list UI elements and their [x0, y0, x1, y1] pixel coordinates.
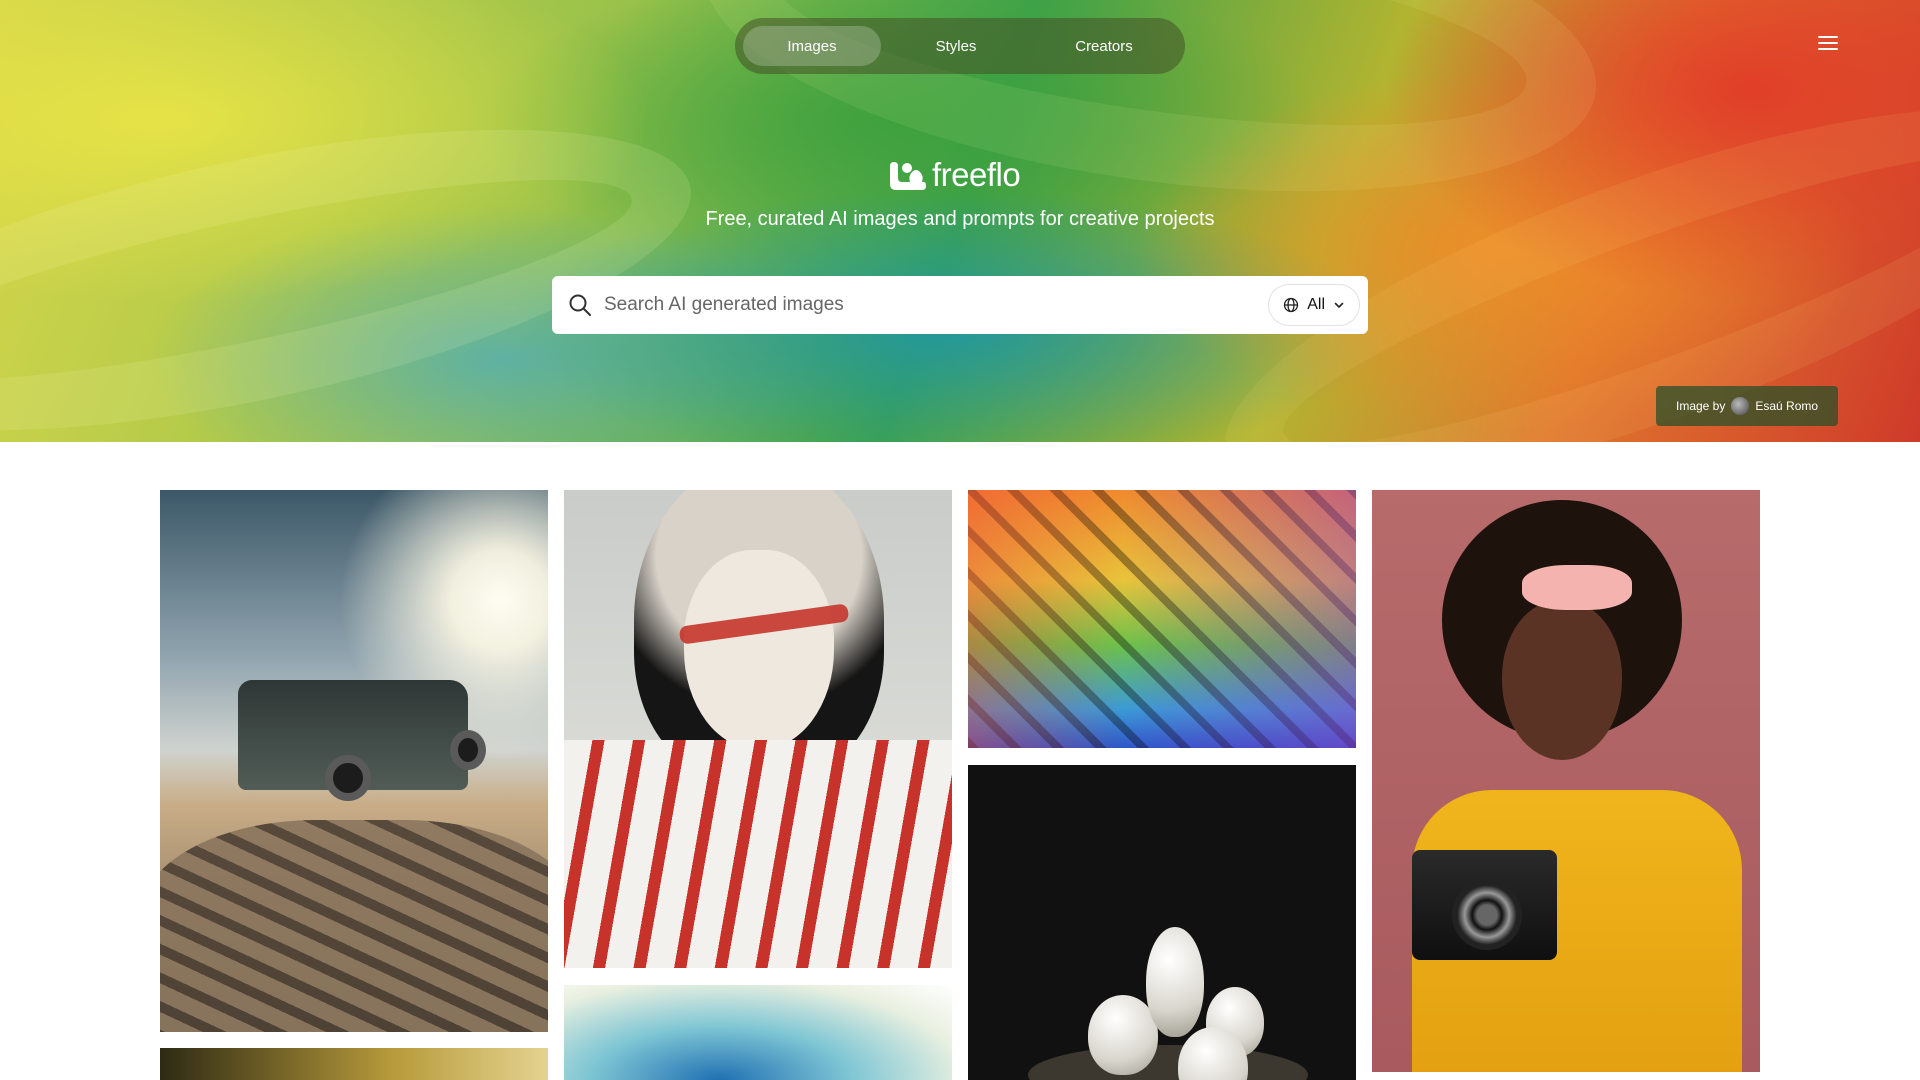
gallery-image-golden-bokeh[interactable] — [160, 1048, 548, 1080]
brand-name: freeflo — [932, 156, 1021, 193]
tab-styles[interactable]: Styles — [881, 26, 1031, 66]
credit-prefix: Image by — [1676, 399, 1726, 413]
hamburger-menu-icon[interactable] — [1818, 36, 1838, 52]
chevron-down-icon — [1334, 302, 1344, 309]
avatar — [1731, 397, 1750, 415]
gallery-image-face-paint[interactable] — [564, 490, 952, 968]
search-input[interactable] — [604, 294, 1269, 316]
tagline: Free, curated AI images and prompts for … — [705, 208, 1215, 230]
top-nav: Images Styles Creators — [735, 18, 1185, 74]
brand-logo[interactable]: freeflo — [888, 155, 1021, 195]
gallery-image-rainbow-pattern[interactable] — [968, 490, 1356, 748]
search-bar: All — [552, 276, 1368, 334]
hero-image-credit[interactable]: Image by Esaú Romo — [1656, 386, 1839, 426]
gallery-image-woman-camera[interactable] — [1372, 490, 1760, 1072]
search-icon — [569, 294, 591, 316]
credit-author: Esaú Romo — [1755, 399, 1819, 413]
tab-creators[interactable]: Creators — [1031, 26, 1177, 66]
gallery-image-watercolor[interactable] — [564, 985, 952, 1080]
tab-images[interactable]: Images — [743, 26, 881, 66]
hero-swirl — [0, 69, 716, 442]
search-scope-dropdown[interactable]: All — [1268, 284, 1360, 326]
freeflo-logo-icon — [890, 162, 926, 190]
gallery-image-car-desert[interactable] — [160, 490, 548, 1032]
scope-label: All — [1307, 296, 1325, 313]
hero-banner: Images Styles Creators freeflo Free, cur… — [0, 0, 1920, 442]
gallery-image-white-eggs[interactable] — [968, 765, 1356, 1080]
globe-icon — [1284, 297, 1299, 313]
